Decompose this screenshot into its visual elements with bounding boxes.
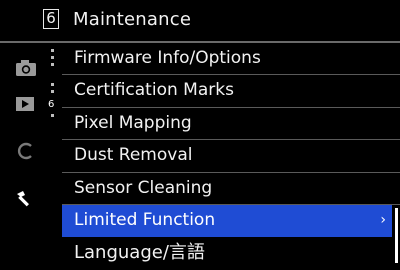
menu-item-label: Pixel Mapping <box>74 112 192 133</box>
menu-item-dust-removal[interactable]: Dust Removal <box>62 140 400 173</box>
menu-item-pixel-mapping[interactable]: Pixel Mapping <box>62 108 400 141</box>
play-icon[interactable] <box>14 93 40 115</box>
menu-item-firmware-info[interactable]: Firmware Info/Options <box>62 43 400 76</box>
wrench-icon[interactable] <box>14 187 40 209</box>
menu-item-label: Firmware Info/Options <box>74 48 261 68</box>
menu-item-language[interactable]: Language/言語 <box>62 237 400 269</box>
menu-item-certification-marks[interactable]: Certification Marks <box>62 75 400 108</box>
menu-item-sensor-cleaning[interactable]: Sensor Cleaning <box>62 173 400 205</box>
custom-c-icon[interactable] <box>14 140 40 162</box>
chevron-right-icon: › <box>380 211 386 228</box>
page-title: Maintenance <box>73 9 192 30</box>
menu-item-label: Limited Function <box>74 209 216 230</box>
menu-item-limited-function[interactable]: Limited Function › <box>62 204 392 238</box>
page-indicator-number: 6 <box>48 99 55 110</box>
scrollbar[interactable] <box>395 208 398 263</box>
menu-item-label: Language/言語 <box>74 242 205 264</box>
maintenance-menu: Firmware Info/Options Certification Mark… <box>62 43 400 270</box>
menu-item-label: Certification Marks <box>74 80 234 101</box>
camera-icon[interactable] <box>14 57 40 79</box>
menu-header: 6 Maintenance <box>0 0 400 43</box>
page-number-box: 6 <box>43 9 59 29</box>
menu-item-label: Dust Removal <box>74 145 193 166</box>
menu-item-label: Sensor Cleaning <box>74 177 213 198</box>
sidebar: 6 <box>0 43 62 270</box>
